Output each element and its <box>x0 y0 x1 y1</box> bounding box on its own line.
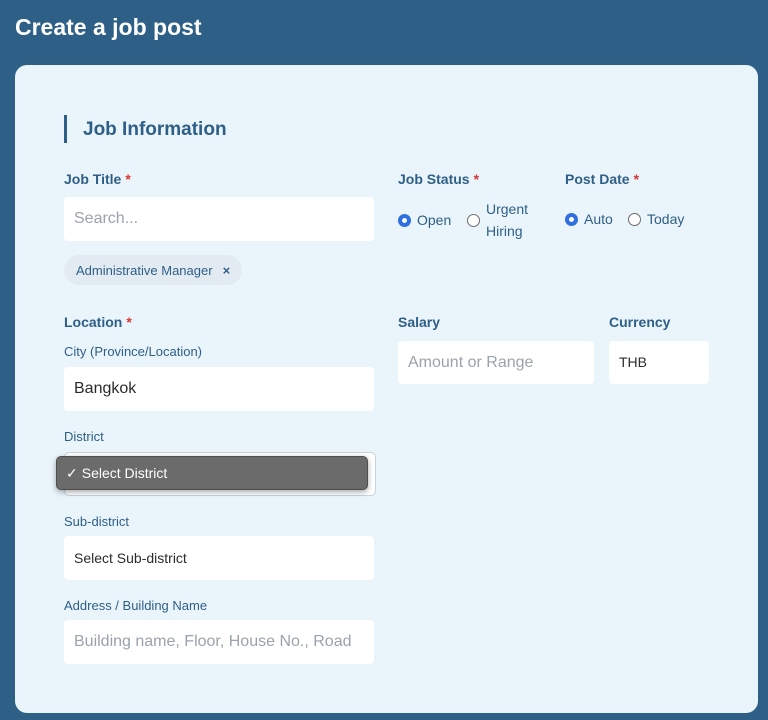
salary-label: Salary <box>398 314 441 330</box>
address-input[interactable] <box>64 620 374 664</box>
city-input[interactable] <box>64 367 374 411</box>
radio-auto-label: Auto <box>584 211 613 227</box>
salary-input[interactable] <box>398 341 594 384</box>
currency-select[interactable]: THB <box>609 341 709 384</box>
job-title-search-input[interactable] <box>64 197 374 241</box>
post-date-today-option[interactable]: Today <box>628 208 684 230</box>
job-title-chip-text: Administrative Manager <box>76 262 213 278</box>
section-accent-bar <box>64 115 67 143</box>
radio-today-label: Today <box>647 211 685 227</box>
job-title-label-text: Job Title <box>64 171 122 187</box>
radio-today[interactable] <box>628 212 641 226</box>
job-title-label: Job Title * <box>64 171 131 187</box>
job-status-label: Job Status * <box>398 171 479 187</box>
location-label-text: Location <box>64 314 123 330</box>
job-title-chip: Administrative Manager × <box>64 255 243 285</box>
subdistrict-label: Sub-district <box>64 514 130 529</box>
required-marker: * <box>125 171 131 187</box>
job-status-urgent-option[interactable]: Urgent Hiring <box>467 198 528 242</box>
radio-urgent-hiring-label: Urgent Hiring <box>486 198 528 242</box>
job-status-open-option[interactable]: Open <box>398 209 451 231</box>
job-status-label-text: Job Status <box>398 171 470 187</box>
city-label: City (Province/Location) <box>64 344 202 359</box>
urgent-text: Urgent <box>486 201 529 217</box>
chip-close-icon[interactable]: × <box>223 263 231 278</box>
address-label: Address / Building Name <box>64 598 208 613</box>
required-marker: * <box>126 314 132 330</box>
page-title: Create a job post <box>15 14 202 40</box>
post-date-label: Post Date * <box>565 171 639 187</box>
district-option-text: Select District <box>81 465 168 481</box>
district-dropdown-option[interactable]: ✓ Select District <box>56 456 368 490</box>
subdistrict-select[interactable]: Select Sub-district <box>64 536 374 580</box>
post-date-auto-option[interactable]: Auto <box>565 208 613 230</box>
hiring-text: Hiring <box>486 223 523 239</box>
currency-label: Currency <box>609 314 671 330</box>
section-title: Job Information <box>83 119 227 140</box>
district-label: District <box>64 429 104 444</box>
required-marker: * <box>633 171 640 187</box>
radio-auto[interactable] <box>565 212 578 226</box>
required-marker: * <box>473 171 480 187</box>
job-form-card: Job Information Job Title* Administrativ… <box>15 65 758 713</box>
radio-urgent-hiring[interactable] <box>467 213 480 227</box>
post-date-label-text: Post Date <box>565 171 630 187</box>
check-icon: ✓ <box>66 464 78 481</box>
location-label: Location * <box>64 314 132 330</box>
radio-open[interactable] <box>398 213 411 227</box>
radio-open-label: Open <box>417 212 452 228</box>
